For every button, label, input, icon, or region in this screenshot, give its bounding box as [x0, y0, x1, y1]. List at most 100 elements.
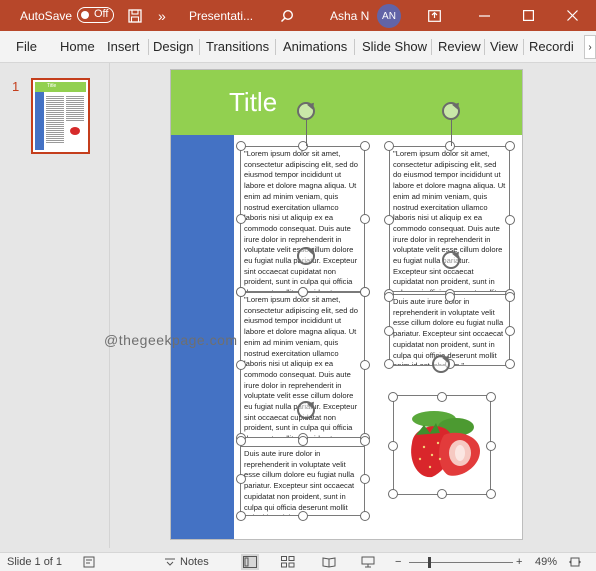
- tab-file[interactable]: File: [16, 39, 37, 54]
- maximize-icon[interactable]: [523, 0, 534, 31]
- resize-handle[interactable]: [236, 436, 246, 446]
- tab-slide-show[interactable]: Slide Show: [362, 39, 427, 54]
- autosave-state: Off: [94, 8, 109, 20]
- resize-handle[interactable]: [486, 440, 496, 451]
- tab-divider: [484, 39, 485, 55]
- ribbon-tabs: File Home Insert Design Transitions Anim…: [0, 31, 596, 63]
- zoom-in-icon[interactable]: +: [516, 556, 522, 568]
- zoom-level[interactable]: 49%: [535, 556, 557, 568]
- rotate-handle-icon[interactable]: [442, 102, 460, 120]
- resize-handle[interactable]: [298, 511, 308, 521]
- thumbnail-header: [35, 82, 86, 92]
- resize-handle[interactable]: [388, 392, 398, 402]
- resize-handle[interactable]: [236, 287, 246, 297]
- reading-view-icon[interactable]: [322, 556, 336, 571]
- notes-icon[interactable]: [164, 556, 176, 571]
- resize-handle[interactable]: [384, 292, 394, 302]
- chevron-right-icon[interactable]: ›: [584, 35, 596, 59]
- tab-design[interactable]: Design: [153, 39, 193, 54]
- resize-handle[interactable]: [360, 473, 370, 484]
- tab-review[interactable]: Review: [438, 39, 481, 54]
- status-bar: Slide 1 of 1 Notes − + 49%: [0, 552, 596, 571]
- tab-view[interactable]: View: [490, 39, 518, 54]
- user-name[interactable]: Asha N: [330, 0, 369, 31]
- avatar[interactable]: AN: [377, 4, 401, 28]
- resize-handle[interactable]: [437, 392, 447, 402]
- search-icon[interactable]: [280, 0, 294, 31]
- slide-title[interactable]: Title: [229, 87, 277, 118]
- tab-divider: [354, 39, 355, 55]
- resize-handle[interactable]: [384, 359, 394, 369]
- thumbnail-title: Title: [47, 83, 57, 89]
- tab-recording[interactable]: Recordi: [529, 39, 574, 54]
- resize-handle[interactable]: [360, 287, 370, 297]
- tab-insert[interactable]: Insert: [107, 39, 140, 54]
- title-bar: AutoSave Off » Presentati... Asha N AN: [0, 0, 596, 31]
- minimize-icon[interactable]: [479, 0, 490, 31]
- resize-handle[interactable]: [437, 489, 447, 499]
- resize-handle[interactable]: [236, 214, 246, 224]
- more-commands-icon[interactable]: »: [158, 0, 166, 31]
- resize-handle[interactable]: [444, 292, 455, 302]
- resize-handle[interactable]: [236, 473, 246, 484]
- tab-transitions[interactable]: Transitions: [206, 39, 269, 54]
- thumbnail-sidebar: [35, 92, 44, 150]
- normal-view-icon[interactable]: [241, 554, 259, 570]
- textbox-1[interactable]: "Lorem ipsum dolor sit amet, consectetur…: [240, 146, 365, 292]
- tab-home[interactable]: Home: [60, 39, 95, 54]
- resize-handle[interactable]: [360, 141, 370, 151]
- resize-handle[interactable]: [298, 287, 308, 297]
- autosave-label: AutoSave: [20, 8, 73, 23]
- resize-handle[interactable]: [505, 215, 515, 225]
- autosave-toggle[interactable]: Off: [77, 7, 114, 23]
- textbox-3[interactable]: Duis aute irure dolor in reprehenderit i…: [240, 446, 365, 516]
- slide-header-band: [171, 70, 522, 135]
- tab-divider: [148, 39, 149, 55]
- image-selection-frame: [393, 395, 491, 495]
- ribbon-display-options-icon[interactable]: [428, 0, 441, 31]
- rotate-handle-icon[interactable]: [432, 355, 450, 373]
- slide-sorter-icon[interactable]: [281, 556, 295, 571]
- resize-handle[interactable]: [444, 141, 455, 151]
- zoom-out-icon[interactable]: −: [395, 556, 401, 568]
- resize-handle[interactable]: [360, 360, 370, 370]
- watermark-text: @thegeekpage.com: [104, 332, 238, 348]
- resize-handle[interactable]: [384, 215, 394, 225]
- resize-handle[interactable]: [384, 325, 394, 336]
- zoom-slider[interactable]: [409, 562, 513, 563]
- slide-thumbnail[interactable]: Title: [31, 78, 90, 154]
- resize-handle[interactable]: [384, 141, 394, 151]
- resize-handle[interactable]: [486, 489, 496, 499]
- resize-handle[interactable]: [505, 141, 515, 151]
- resize-handle[interactable]: [505, 325, 515, 336]
- zoom-slider-thumb[interactable]: [428, 557, 431, 568]
- rotate-handle-stem: [451, 120, 452, 146]
- resize-handle[interactable]: [360, 214, 370, 224]
- textbox-4[interactable]: "Lorem ipsum dolor sit amet, consectetur…: [389, 146, 510, 292]
- rotate-handle-icon[interactable]: [442, 251, 460, 269]
- resize-handle[interactable]: [388, 489, 398, 499]
- resize-handle[interactable]: [236, 141, 246, 151]
- fit-to-window-icon[interactable]: [568, 556, 582, 571]
- rotate-handle-stem: [306, 120, 307, 146]
- tab-animations[interactable]: Animations: [283, 39, 347, 54]
- resize-handle[interactable]: [298, 436, 308, 446]
- rotate-handle-icon[interactable]: [297, 102, 315, 120]
- notes-button[interactable]: Notes: [180, 556, 209, 568]
- accessibility-icon[interactable]: [83, 556, 95, 571]
- save-icon[interactable]: [128, 0, 142, 31]
- slide-show-icon[interactable]: [361, 556, 375, 571]
- resize-handle[interactable]: [505, 359, 515, 369]
- resize-handle[interactable]: [360, 436, 370, 446]
- rotate-handle-icon[interactable]: [297, 401, 315, 419]
- resize-handle[interactable]: [388, 440, 398, 451]
- resize-handle[interactable]: [236, 511, 246, 521]
- resize-handle[interactable]: [486, 392, 496, 402]
- resize-handle[interactable]: [360, 511, 370, 521]
- resize-handle[interactable]: [236, 360, 246, 370]
- tab-divider: [523, 39, 524, 55]
- document-title[interactable]: Presentati...: [189, 0, 253, 31]
- close-icon[interactable]: [567, 0, 578, 31]
- resize-handle[interactable]: [505, 292, 515, 302]
- rotate-handle-icon[interactable]: [297, 247, 315, 265]
